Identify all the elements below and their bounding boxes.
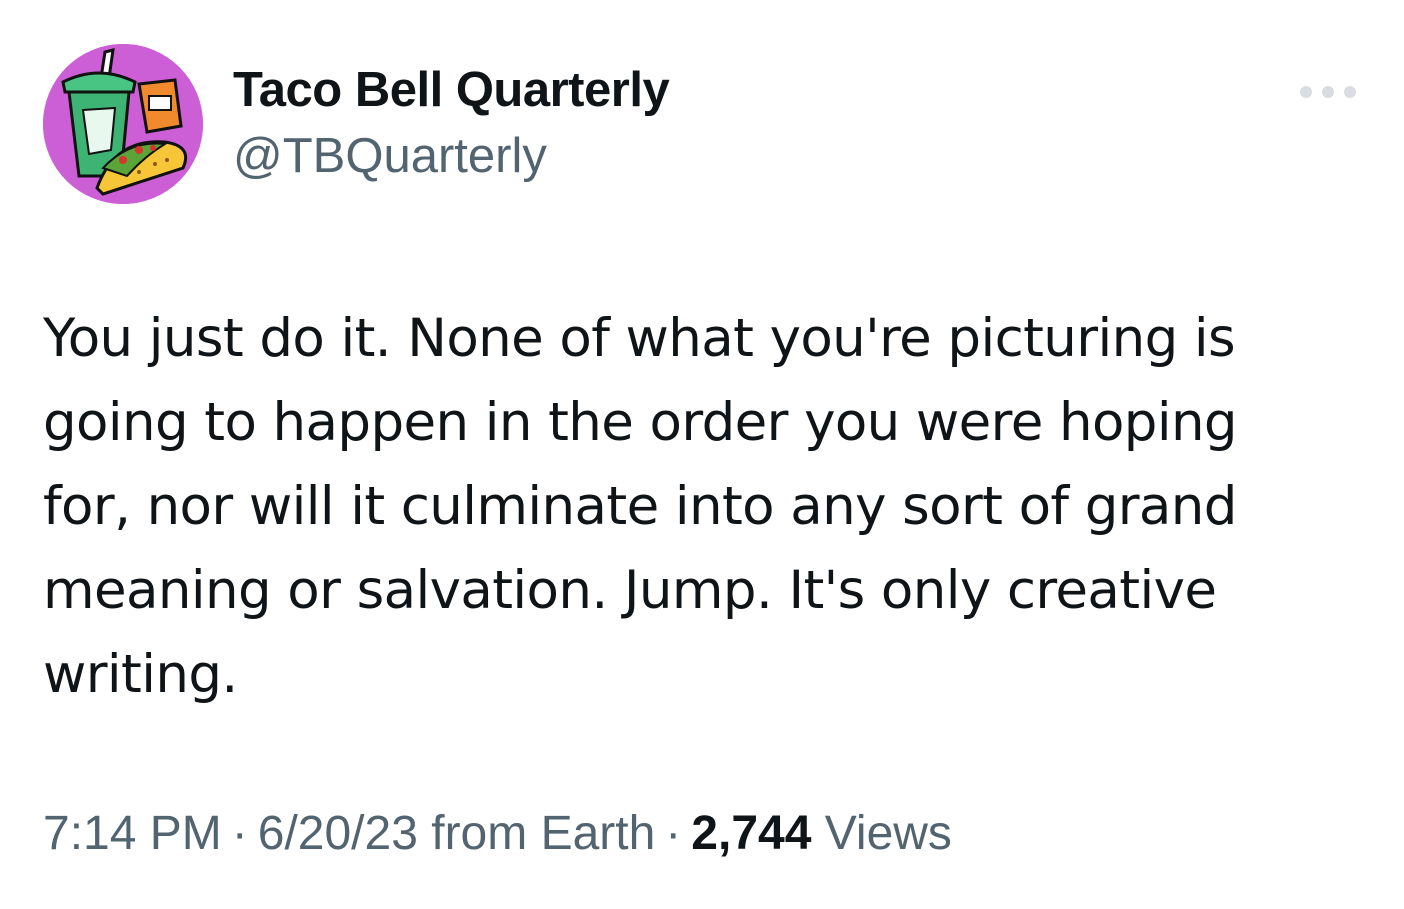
tweet-card: Taco Bell Quarterly @TBQuarterly You jus…: [0, 0, 1404, 909]
views-label: Views: [824, 807, 952, 860]
more-options-icon: [1300, 86, 1312, 98]
more-options-icon: [1322, 86, 1334, 98]
tweet-time[interactable]: 7:14 PM: [43, 807, 222, 860]
meta-separator: ·: [231, 807, 248, 860]
tweet-date-source[interactable]: 6/20/23 from Earth: [258, 807, 656, 860]
user-handle[interactable]: @TBQuarterly: [233, 128, 547, 184]
views-count: 2,744: [691, 807, 812, 860]
taco-drink-illustration-icon: [43, 44, 203, 204]
display-name[interactable]: Taco Bell Quarterly: [233, 62, 670, 118]
meta-separator: ·: [665, 807, 682, 860]
tweet-metadata: 7:14 PM · 6/20/23 from Earth · 2,744 Views: [43, 806, 952, 861]
avatar[interactable]: [43, 44, 203, 204]
more-options-icon: [1344, 86, 1356, 98]
tweet-text: You just do it. None of what you're pict…: [43, 308, 1238, 705]
more-options-button[interactable]: [1300, 80, 1356, 104]
